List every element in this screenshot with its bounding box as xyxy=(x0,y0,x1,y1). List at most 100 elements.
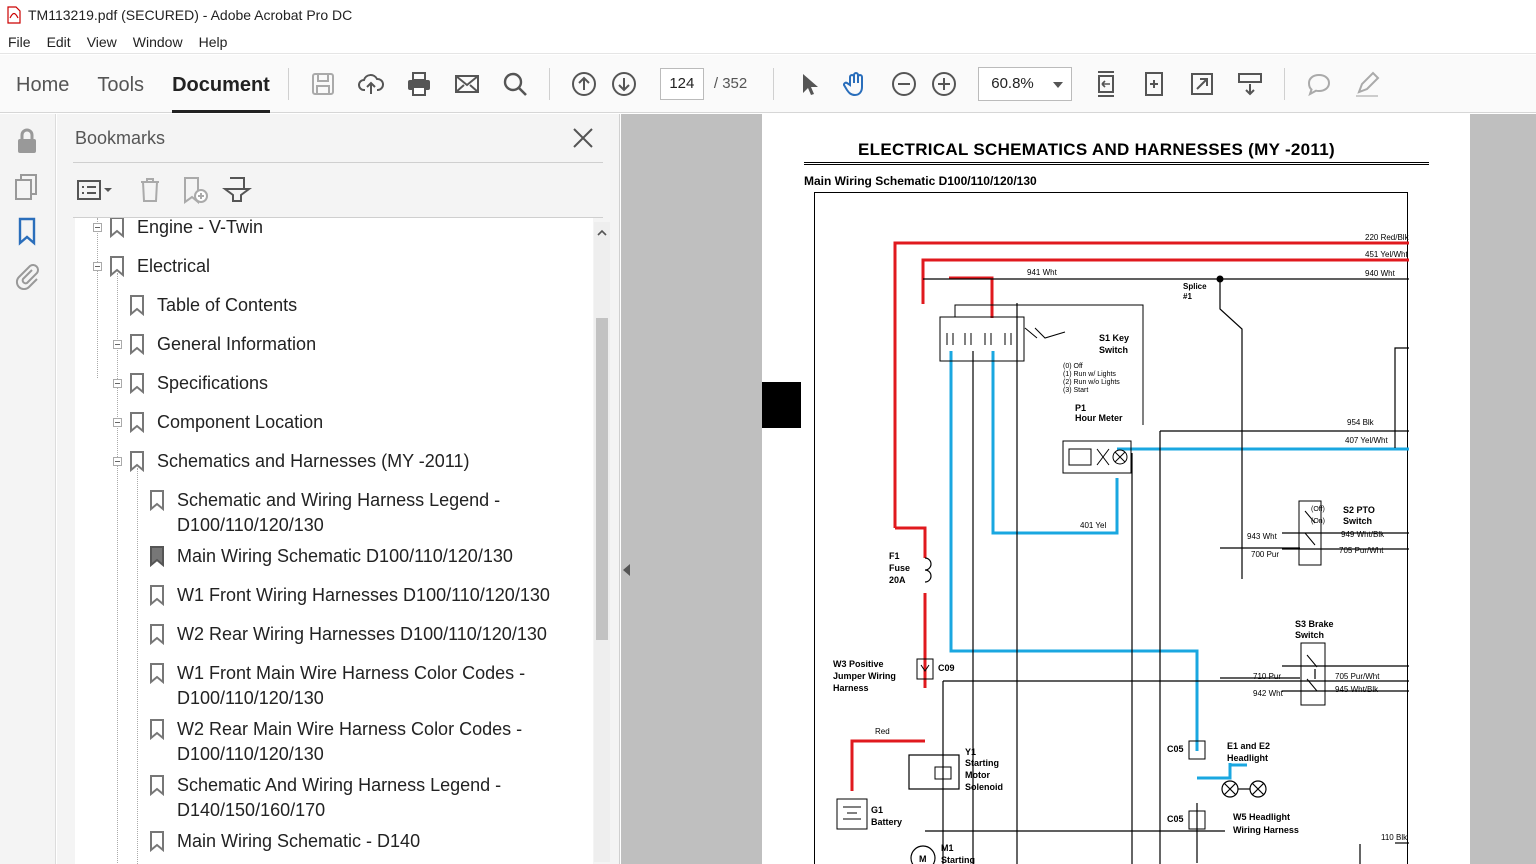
bookmark-icon xyxy=(130,451,144,472)
highlight-pen-icon[interactable] xyxy=(1351,68,1383,100)
tab-tools[interactable]: Tools xyxy=(97,55,144,113)
bookmark-component-location[interactable]: Component Location xyxy=(157,410,323,435)
tab-home[interactable]: Home xyxy=(16,55,69,113)
menu-window[interactable]: Window xyxy=(125,34,191,50)
document-viewer: ELECTRICAL SCHEMATICS AND HARNESSES (MY … xyxy=(621,114,1536,864)
save-icon[interactable] xyxy=(307,68,339,100)
wire-label: 949 Wht/Blk xyxy=(1341,530,1385,539)
bookmark-w2-rear-color-codes[interactable]: W2 Rear Main Wire Harness Color Codes - … xyxy=(177,717,522,767)
attachment-icon[interactable] xyxy=(12,260,42,290)
close-icon[interactable] xyxy=(569,124,597,152)
wire-label: 954 Blk xyxy=(1347,418,1375,427)
wire-label: Red xyxy=(875,727,890,736)
expand-toggle[interactable] xyxy=(93,223,102,232)
bookmark-table-of-contents[interactable]: Table of Contents xyxy=(157,293,297,318)
expand-toggle[interactable] xyxy=(93,262,102,271)
menu-help[interactable]: Help xyxy=(191,34,236,50)
collapse-panel-icon[interactable] xyxy=(623,564,630,576)
hand-tool-icon[interactable] xyxy=(840,68,872,100)
left-navigation-rail xyxy=(0,114,56,864)
menu-edit[interactable]: Edit xyxy=(39,34,79,50)
page-thumbnails-icon[interactable] xyxy=(12,172,42,202)
full-screen-icon[interactable] xyxy=(1186,68,1218,100)
splice-number: #1 xyxy=(1183,292,1192,301)
toolbar-divider xyxy=(548,67,550,100)
zoom-in-icon[interactable] xyxy=(928,68,960,100)
bookmarks-panel: Bookmarks Engine - V-Twin Electrical Tab… xyxy=(57,114,620,864)
wire-label: 705 Pur/Wht xyxy=(1339,546,1384,555)
lock-icon[interactable] xyxy=(12,126,42,156)
bookmark-schematic-legend-d140[interactable]: Schematic And Wiring Harness Legend - D1… xyxy=(177,773,501,823)
print-icon[interactable] xyxy=(403,68,435,100)
search-icon[interactable] xyxy=(499,68,531,100)
bookmark-w2-rear-wiring-harnesses[interactable]: W2 Rear Wiring Harnesses D100/110/120/13… xyxy=(177,622,547,647)
motor-symbol-letter: M xyxy=(919,854,927,864)
bookmark-schematics-and-harnesses[interactable]: Schematics and Harnesses (MY -2011) xyxy=(157,449,469,474)
bookmark-icon xyxy=(150,719,164,740)
wire-label: 945 Wht/Blk xyxy=(1335,685,1379,694)
menu-file[interactable]: File xyxy=(0,34,39,50)
bookmark-icon xyxy=(150,585,164,606)
window-title: TM113219.pdf (SECURED) - Adobe Acrobat P… xyxy=(28,7,353,23)
e1-label-2: Headlight xyxy=(1227,753,1268,763)
options-menu-icon[interactable] xyxy=(75,176,115,204)
c09-label: C09 xyxy=(938,663,955,673)
main-toolbar: Home Tools Document 124 / 352 60.8% xyxy=(0,55,1536,113)
bookmark-label: W2 Rear Main Wire Harness Color Codes - xyxy=(177,719,523,739)
previous-page-icon[interactable] xyxy=(568,68,600,100)
f1-label-3: 20A xyxy=(889,575,906,585)
menu-view[interactable]: View xyxy=(79,34,125,50)
toolbar-divider xyxy=(1284,67,1286,100)
zoom-out-icon[interactable] xyxy=(888,68,920,100)
redaction-block xyxy=(762,382,801,428)
bookmark-schematic-legend-d100[interactable]: Schematic and Wiring Harness Legend - D1… xyxy=(177,488,500,538)
bookmark-engine-v-twin[interactable]: Engine - V-Twin xyxy=(137,218,263,240)
bookmark-electrical[interactable]: Electrical xyxy=(137,254,210,279)
delete-bookmark-icon[interactable] xyxy=(135,175,165,205)
window-titlebar: TM113219.pdf (SECURED) - Adobe Acrobat P… xyxy=(0,0,1536,30)
chevron-up-icon[interactable] xyxy=(597,228,607,238)
expand-toggle[interactable] xyxy=(113,457,122,466)
zoom-level-select[interactable]: 60.8% xyxy=(978,66,1073,101)
fit-page-icon[interactable] xyxy=(1090,68,1122,100)
page-total: / 352 xyxy=(713,75,748,92)
wire-label: 940 Wht xyxy=(1365,269,1396,278)
bookmark-icon xyxy=(150,663,164,684)
bookmark-w1-front-color-codes[interactable]: W1 Front Main Wire Harness Color Codes -… xyxy=(177,661,525,711)
next-page-icon[interactable] xyxy=(608,68,640,100)
bookmark-main-wiring-schematic-d140[interactable]: Main Wiring Schematic - D140 xyxy=(177,829,420,854)
upload-cloud-icon[interactable] xyxy=(355,68,387,100)
w3-label: W3 Positive xyxy=(833,659,884,669)
bookmark-panel-icon[interactable] xyxy=(12,216,42,246)
expand-toggle[interactable] xyxy=(113,340,122,349)
toolbar-divider xyxy=(287,67,289,100)
bookmark-tools xyxy=(75,172,253,208)
select-cursor-icon[interactable] xyxy=(792,68,824,100)
bookmark-scrollbar[interactable] xyxy=(594,222,610,862)
bookmark-w1-front-wiring-harnesses[interactable]: W1 Front Wiring Harnesses D100/110/120/1… xyxy=(177,583,550,608)
bookmark-main-wiring-schematic-d100[interactable]: Main Wiring Schematic D100/110/120/130 xyxy=(177,544,513,569)
schematic-drawing: M 220 Red/Blk 451 Yel/Wht 941 Wht 940 Wh… xyxy=(833,233,1409,864)
bookmark-icon xyxy=(130,373,144,394)
c05-label: C05 xyxy=(1167,744,1184,754)
bookmark-general-information[interactable]: General Information xyxy=(157,332,316,357)
bookmark-label: Schematic And Wiring Harness Legend - xyxy=(177,775,502,795)
rotate-view-icon[interactable] xyxy=(1138,68,1170,100)
s3-label-2: Switch xyxy=(1295,630,1324,640)
comment-icon[interactable] xyxy=(1303,68,1335,100)
bookmark-label-line2: D100/110/120/130 xyxy=(177,744,324,764)
mail-icon[interactable] xyxy=(451,68,483,100)
page-number-input[interactable]: 124 xyxy=(659,67,704,100)
y1-label-4: Solenoid xyxy=(965,782,1003,792)
scrollbar-thumb[interactable] xyxy=(596,318,608,640)
expand-bookmark-icon[interactable] xyxy=(221,175,253,205)
new-bookmark-icon[interactable] xyxy=(179,175,209,205)
expand-toggle[interactable] xyxy=(113,379,122,388)
w3-label-3: Harness xyxy=(833,683,869,693)
scroll-mode-icon[interactable] xyxy=(1234,68,1266,100)
tree-line xyxy=(117,273,118,864)
expand-toggle[interactable] xyxy=(113,418,122,427)
tab-document[interactable]: Document xyxy=(172,55,270,113)
bookmark-specifications[interactable]: Specifications xyxy=(157,371,268,396)
menu-bar: File Edit View Window Help xyxy=(0,30,1536,54)
